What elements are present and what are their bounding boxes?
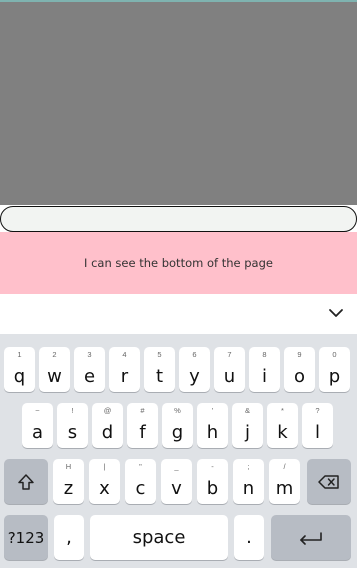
key-l[interactable]: ? l [302, 403, 333, 448]
key-char: s [67, 422, 78, 443]
key-hint: _ [174, 462, 179, 471]
key-char: v [171, 478, 182, 499]
key-hint: 8 [262, 350, 267, 359]
comma-key[interactable]: , [54, 515, 84, 560]
key-hint: ? [315, 406, 320, 415]
key-hint: / [283, 462, 286, 471]
key-char: b [206, 478, 219, 499]
shift-key[interactable] [4, 459, 48, 504]
key-hint: * [281, 406, 284, 415]
text-input[interactable] [0, 206, 357, 232]
period-key[interactable]: . [234, 515, 264, 560]
key-char: k [277, 422, 288, 443]
key-f[interactable]: # f [127, 403, 158, 448]
key-s[interactable]: ! s [57, 403, 88, 448]
space-key-label: space [132, 527, 186, 548]
key-hint: H [65, 462, 72, 471]
key-char: q [13, 366, 26, 387]
key-hint: - [211, 462, 214, 471]
key-hint: 1 [17, 350, 22, 359]
gray-content-area [0, 2, 357, 205]
key-hint: 9 [297, 350, 302, 359]
key-hint: ; [247, 462, 250, 471]
key-char: p [328, 366, 341, 387]
key-y[interactable]: 6 y [179, 347, 210, 392]
key-hint: ' [211, 406, 214, 415]
key-hint: 3 [87, 350, 92, 359]
key-v[interactable]: _ v [161, 459, 192, 504]
key-char: n [242, 478, 255, 499]
key-hint: | [103, 462, 106, 471]
key-hint: 2 [52, 350, 57, 359]
key-hint: 5 [157, 350, 162, 359]
key-p[interactable]: 0 p [319, 347, 350, 392]
key-q[interactable]: 1 q [4, 347, 35, 392]
key-hint: # [140, 406, 145, 415]
key-m[interactable]: / m [269, 459, 300, 504]
backspace-icon [307, 459, 351, 504]
key-char: e [83, 366, 96, 387]
key-char: t [155, 366, 164, 387]
space-key[interactable]: space [90, 515, 228, 560]
key-n[interactable]: ; n [233, 459, 264, 504]
key-hint: @ [103, 406, 112, 415]
key-char: g [171, 422, 184, 443]
backspace-key[interactable] [307, 459, 351, 504]
key-char: c [135, 478, 146, 499]
enter-return-icon [271, 515, 351, 560]
key-char: r [120, 366, 129, 387]
key-char: w [47, 366, 62, 387]
key-i[interactable]: 8 i [249, 347, 280, 392]
key-char: f [139, 422, 146, 443]
key-char: l [314, 422, 320, 443]
key-o[interactable]: 9 o [284, 347, 315, 392]
key-hint: ~ [35, 406, 40, 415]
key-hint: 4 [122, 350, 127, 359]
key-z[interactable]: H z [53, 459, 84, 504]
message-banner: I can see the bottom of the page [0, 232, 357, 294]
key-char: z [63, 478, 74, 499]
key-char: m [275, 478, 294, 499]
key-h[interactable]: ' h [197, 403, 228, 448]
key-u[interactable]: 7 u [214, 347, 245, 392]
key-hint: % [174, 406, 181, 415]
symbols-key[interactable]: ?123 [4, 515, 48, 560]
symbols-key-label: ?123 [7, 528, 45, 547]
key-char: u [223, 366, 236, 387]
key-char: j [244, 422, 250, 443]
key-b[interactable]: - b [197, 459, 228, 504]
key-char: h [206, 422, 219, 443]
key-j[interactable]: & j [232, 403, 263, 448]
key-hint: 6 [192, 350, 197, 359]
key-char: a [31, 422, 44, 443]
keyboard-toolbar [0, 294, 357, 334]
key-hint: ! [71, 406, 74, 415]
chevron-down-icon[interactable] [327, 306, 345, 320]
key-char: o [293, 366, 305, 387]
key-hint: " [139, 462, 142, 471]
key-hint: 7 [227, 350, 232, 359]
key-a[interactable]: ~ a [22, 403, 53, 448]
message-text: I can see the bottom of the page [84, 256, 273, 270]
key-w[interactable]: 2 w [39, 347, 70, 392]
key-hint: 0 [332, 350, 337, 359]
period-key-label: . [246, 527, 252, 548]
key-char: x [99, 478, 110, 499]
key-r[interactable]: 4 r [109, 347, 140, 392]
key-char: i [261, 366, 267, 387]
key-hint: & [244, 406, 250, 415]
key-k[interactable]: * k [267, 403, 298, 448]
key-g[interactable]: % g [162, 403, 193, 448]
comma-key-label: , [66, 527, 72, 548]
virtual-keyboard: 1 q 2 w 3 e 4 r 5 t 6 y 7 u 8 i 9 o 0 p … [0, 334, 357, 568]
key-t[interactable]: 5 t [144, 347, 175, 392]
key-c[interactable]: " c [125, 459, 156, 504]
enter-key[interactable] [271, 515, 351, 560]
key-x[interactable]: | x [89, 459, 120, 504]
key-char: d [101, 422, 114, 443]
key-char: y [189, 366, 200, 387]
key-e[interactable]: 3 e [74, 347, 105, 392]
shift-arrow-icon [4, 459, 48, 504]
key-d[interactable]: @ d [92, 403, 123, 448]
